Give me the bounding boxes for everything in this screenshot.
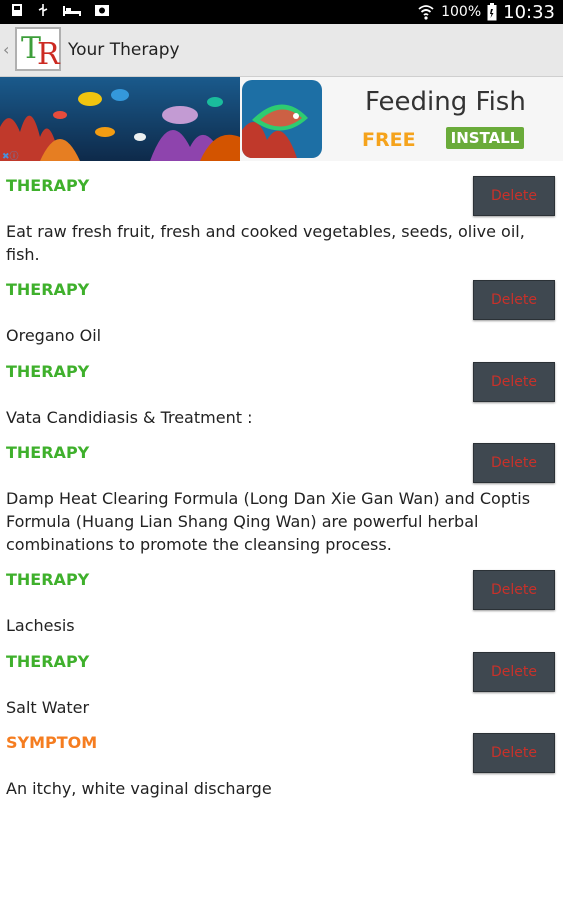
entry-text: An itchy, white vaginal discharge (6, 779, 272, 798)
photo-icon (95, 5, 109, 16)
entry-type-label: THERAPY (6, 362, 90, 381)
entry-text: Vata Candidiasis & Treatment : (6, 408, 253, 427)
wifi-icon (418, 5, 434, 20)
entry-type-label: SYMPTOM (6, 733, 98, 752)
entry-type-label: THERAPY (6, 443, 90, 462)
ad-choices-icon[interactable]: ✖ⓘ (2, 149, 19, 162)
entry-type-label: THERAPY (6, 176, 90, 195)
entry-text: Eat raw fresh fruit, fresh and cooked ve… (6, 222, 525, 264)
aquarium-artwork (0, 77, 240, 161)
action-bar: ‹ T R Your Therapy (0, 24, 563, 77)
delete-button[interactable]: Delete (473, 362, 555, 402)
entry-type-label: THERAPY (6, 280, 90, 299)
ad-app-icon (242, 80, 322, 158)
delete-button[interactable]: Delete (473, 176, 555, 216)
delete-button[interactable]: Delete (473, 733, 555, 773)
sd-card-icon (12, 4, 22, 16)
ad-banner[interactable]: Feeding Fish FREE INSTALL ✖ⓘ (0, 77, 563, 162)
back-chevron-icon[interactable]: ‹ (3, 40, 9, 59)
delete-button[interactable]: Delete (473, 443, 555, 483)
delete-button[interactable]: Delete (473, 570, 555, 610)
entry-text: Lachesis (6, 616, 75, 635)
status-bar: 100% 10:33 (0, 0, 563, 24)
entry-text: Salt Water (6, 698, 90, 717)
entry-text: Oregano Oil (6, 326, 102, 345)
page-title: Your Therapy (68, 40, 180, 60)
usb-icon (38, 4, 48, 16)
clock: 10:33 (503, 1, 555, 23)
battery-percent: 100% (441, 4, 482, 20)
ad-price: FREE (362, 129, 416, 151)
entry-type-label: THERAPY (6, 570, 90, 589)
delete-button[interactable]: Delete (473, 280, 555, 320)
bed-icon (63, 6, 81, 16)
install-button[interactable]: INSTALL (446, 127, 524, 149)
app-logo[interactable]: T R (15, 27, 61, 72)
entry-type-label: THERAPY (6, 652, 90, 671)
ad-title: Feeding Fish (365, 87, 526, 117)
battery-icon (487, 3, 497, 21)
delete-button[interactable]: Delete (473, 652, 555, 692)
logo-letter-r: R (37, 37, 60, 72)
entry-text: Damp Heat Clearing Formula (Long Dan Xie… (6, 489, 531, 554)
